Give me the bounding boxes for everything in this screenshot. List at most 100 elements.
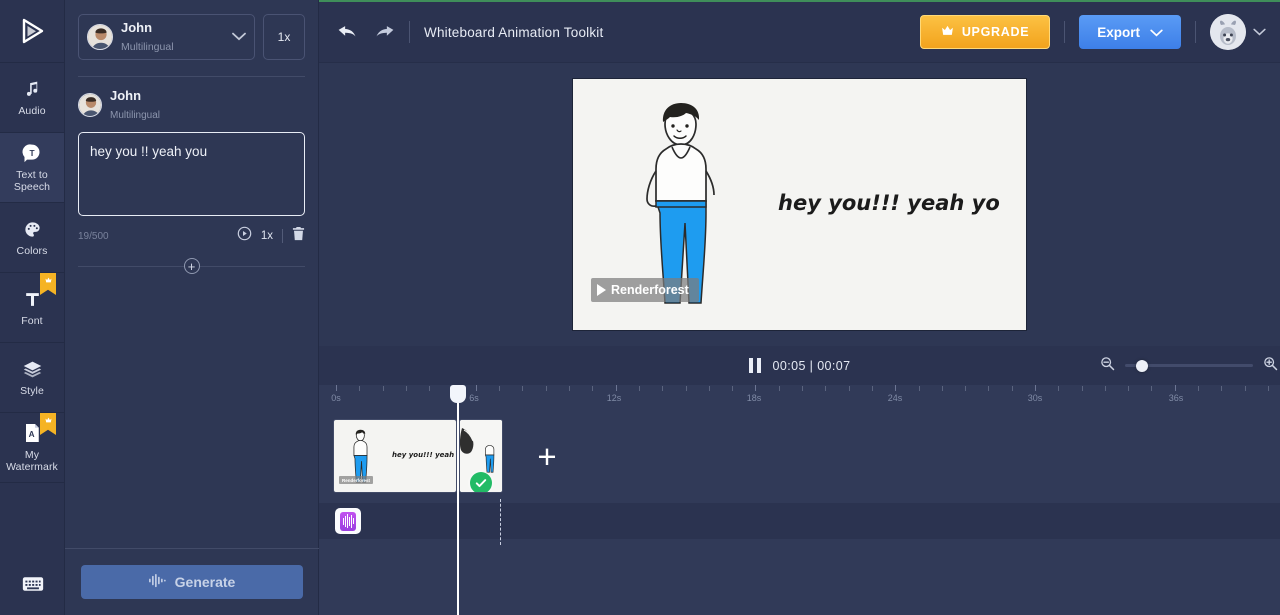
ruler-tick (825, 386, 826, 391)
tts-text-input[interactable] (78, 132, 305, 216)
timeline[interactable]: 0s6s12s18s24s30s36s hey you!!! yeah yo R… (319, 385, 1280, 615)
pro-badge-icon (40, 273, 56, 295)
voice-selector[interactable]: John Multilingual (78, 14, 255, 60)
avatar[interactable] (1210, 14, 1246, 50)
svg-text:T: T (29, 148, 34, 158)
time-display: 00:05 | 00:07 (773, 359, 851, 373)
header-divider-3 (1195, 21, 1196, 43)
add-block-row: + (78, 259, 305, 273)
timeline-zoom-control (1100, 356, 1280, 376)
sidebar-item-style[interactable]: Style (0, 343, 64, 413)
header-divider (409, 21, 410, 43)
voice-row: John Multilingual 1x (65, 0, 318, 60)
ruler-tick (592, 386, 593, 391)
play-triangle-icon (597, 284, 606, 296)
audio-clip-item[interactable] (335, 508, 361, 534)
ruler-tick (965, 386, 966, 391)
sidebar-item-my-watermark[interactable]: A My Watermark (0, 413, 64, 483)
pause-button[interactable] (749, 358, 761, 373)
add-block-button[interactable]: + (184, 258, 200, 274)
upgrade-button[interactable]: UPGRADE (920, 15, 1050, 49)
zoom-out-icon[interactable] (1100, 356, 1115, 376)
ruler-tick (359, 386, 360, 391)
check-icon (470, 472, 492, 493)
keyboard-icon (22, 576, 44, 597)
character-count: 19/500 (78, 231, 109, 242)
ruler-tick (616, 385, 617, 391)
ruler-tick (383, 386, 384, 391)
ruler-tick (942, 386, 943, 391)
clip-caption: hey you!!! yeah yo (392, 451, 457, 459)
sidebar-item-text-to-speech[interactable]: T Text to Speech (0, 133, 64, 203)
voice-meta: John Multilingual (121, 19, 224, 55)
playhead-handle[interactable] (450, 385, 466, 403)
ruler-tick (1105, 386, 1106, 391)
crown-icon (941, 25, 954, 39)
app-logo[interactable] (0, 0, 64, 63)
left-tool-rail: Audio T Text to Speech Colors (0, 0, 65, 615)
ruler-tick (686, 386, 687, 391)
ruler-tick (895, 385, 896, 391)
preview-canvas[interactable]: hey you!!! yeah yo Renderforest (572, 78, 1027, 331)
ruler-tick (522, 386, 523, 391)
ruler-tick (802, 386, 803, 391)
audio-track-band[interactable] (319, 503, 1280, 539)
timeline-clip[interactable]: hey you!!! yeah yo Renderforest (333, 419, 457, 493)
add-clip-button[interactable]: + (505, 419, 589, 493)
redo-arrow-icon[interactable] (374, 24, 395, 41)
sidebar-item-font[interactable]: Font (0, 273, 64, 343)
export-button[interactable]: Export (1079, 15, 1181, 49)
upgrade-label: UPGRADE (962, 25, 1029, 39)
timeline-clip[interactable] (459, 419, 503, 493)
play-circle-icon[interactable] (237, 226, 252, 246)
ruler-label: 36s (1169, 393, 1184, 403)
header-divider-2 (1064, 21, 1065, 43)
clip-watermark: Renderforest (339, 476, 373, 484)
ruler-label: 12s (607, 393, 622, 403)
tts-textarea-wrap (78, 132, 305, 221)
font-t-icon (23, 288, 42, 310)
generate-button[interactable]: Generate (81, 565, 303, 599)
tts-block-header: John Multilingual (78, 87, 305, 123)
tts-block-tools: 1x (237, 226, 305, 246)
zoom-slider[interactable] (1125, 364, 1253, 367)
block-meta: John Multilingual (110, 87, 160, 123)
project-title[interactable]: Whiteboard Animation Toolkit (424, 25, 603, 40)
ruler-tick (1012, 386, 1013, 391)
play-triangle-logo-icon (17, 16, 47, 46)
tts-block: John Multilingual 19/500 1x (65, 77, 318, 245)
avatar-chevron-down-icon[interactable] (1253, 28, 1266, 36)
sidebar-item-audio[interactable]: Audio (0, 63, 64, 133)
sidebar-item-label: Text to Speech (0, 169, 64, 193)
ruler-label: 30s (1028, 393, 1043, 403)
clip-character-thumb-2 (479, 436, 501, 476)
voice-speed-button[interactable]: 1x (263, 14, 305, 60)
sidebar-item-label: Audio (18, 105, 45, 117)
playhead-line (457, 401, 459, 615)
voice-sub: Multilingual (121, 41, 174, 53)
ruler-tick (1175, 385, 1176, 391)
ruler-tick (779, 386, 780, 391)
undo-arrow-icon[interactable] (337, 24, 358, 41)
ruler-tick (429, 386, 430, 391)
sidebar-item-colors[interactable]: Colors (0, 203, 64, 273)
ruler-tick (639, 386, 640, 391)
ruler-tick (988, 386, 989, 391)
sidebar-item-label: My Watermark (0, 449, 64, 473)
ruler-tick (1082, 386, 1083, 391)
text-to-speech-panel: John Multilingual 1x (65, 0, 319, 615)
ruler-tick (732, 386, 733, 391)
audio-clip-icon (340, 512, 356, 531)
zoom-slider-handle[interactable] (1136, 360, 1148, 372)
panel-footer: Generate (65, 548, 319, 615)
ruler-tick (336, 385, 337, 391)
voice-name: John (121, 20, 152, 35)
ruler-tick (709, 386, 710, 391)
sidebar-item-label: Colors (17, 245, 48, 257)
top-header: Whiteboard Animation Toolkit UPGRADE Exp… (319, 2, 1280, 63)
keyboard-shortcuts-button[interactable] (0, 576, 65, 597)
zoom-in-icon[interactable] (1263, 356, 1278, 376)
trash-icon[interactable] (292, 226, 305, 246)
chevron-down-icon (1150, 25, 1163, 40)
block-speed-button[interactable]: 1x (261, 230, 273, 242)
